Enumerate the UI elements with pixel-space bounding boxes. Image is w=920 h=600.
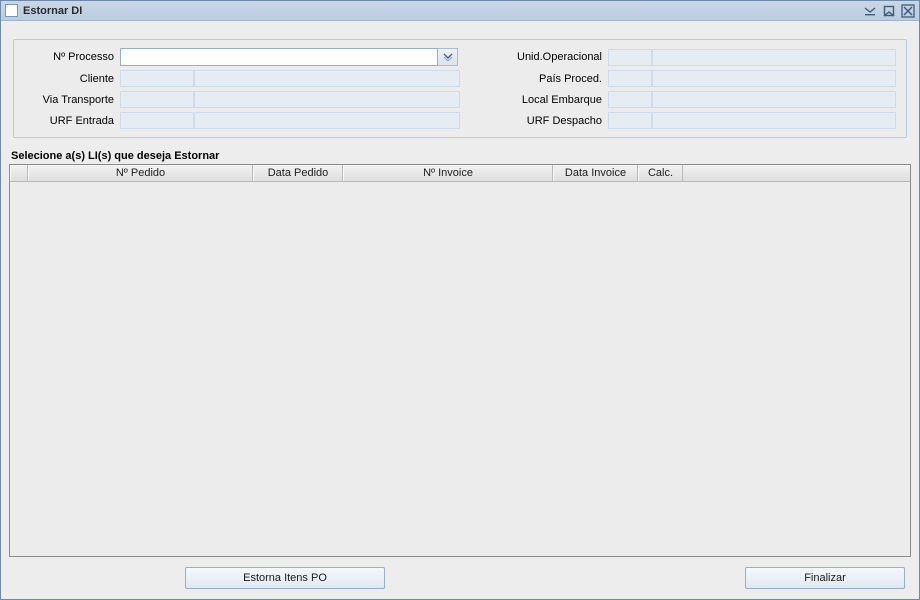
- window-title: Estornar DI: [23, 5, 82, 17]
- maximize-icon[interactable]: [880, 3, 898, 19]
- grid-col-n_invoice[interactable]: Nº Invoice: [343, 165, 553, 181]
- finalizar-button[interactable]: Finalizar: [745, 567, 905, 589]
- window-icon: [5, 4, 18, 17]
- cliente-code: [120, 70, 194, 87]
- estorna-itens-po-button[interactable]: Estorna Itens PO: [185, 567, 385, 589]
- local-embarque-code: [608, 91, 652, 108]
- label-via-transporte: Via Transporte: [24, 94, 120, 106]
- grid-col-calc[interactable]: Calc.: [638, 165, 683, 181]
- unid-operacional-code: [608, 49, 652, 66]
- grid-col-chk[interactable]: [10, 165, 28, 181]
- grid-col-data_invoice[interactable]: Data Invoice: [553, 165, 638, 181]
- urf-despacho-desc: [652, 112, 896, 129]
- cliente-desc: [194, 70, 460, 87]
- grid: Nº PedidoData PedidoNº InvoiceData Invoi…: [9, 164, 911, 557]
- grid-col-data_pedido[interactable]: Data Pedido: [253, 165, 343, 181]
- label-processo: Nº Processo: [24, 51, 120, 63]
- grid-col-n_pedido[interactable]: Nº Pedido: [28, 165, 253, 181]
- local-embarque-desc: [652, 91, 896, 108]
- urf-entrada-code: [120, 112, 194, 129]
- processo-input[interactable]: [120, 48, 438, 66]
- pais-proced-desc: [652, 70, 896, 87]
- label-urf-entrada: URF Entrada: [24, 115, 120, 127]
- urf-entrada-desc: [194, 112, 460, 129]
- unid-operacional-desc: [652, 49, 896, 66]
- pais-proced-code: [608, 70, 652, 87]
- titlebar: Estornar DI: [1, 1, 919, 21]
- processo-lov-button[interactable]: [438, 48, 458, 66]
- section-label: Selecione a(s) LI(s) que deseja Estornar: [1, 146, 919, 164]
- via-transporte-code: [120, 91, 194, 108]
- grid-header: Nº PedidoData PedidoNº InvoiceData Invoi…: [10, 165, 910, 182]
- via-transporte-desc: [194, 91, 460, 108]
- label-local-embarque: Local Embarque: [500, 94, 608, 106]
- chevron-down-icon: [443, 53, 453, 61]
- form-fieldset: Nº Processo Unid.Operacional Cliente Paí…: [13, 39, 907, 138]
- close-icon[interactable]: [899, 3, 917, 19]
- grid-body[interactable]: [10, 182, 910, 556]
- label-pais-proced: País Proced.: [500, 73, 608, 85]
- label-urf-despacho: URF Despacho: [500, 115, 608, 127]
- label-unid-operacional: Unid.Operacional: [500, 51, 608, 63]
- minimize-icon[interactable]: [861, 3, 879, 19]
- label-cliente: Cliente: [24, 73, 120, 85]
- urf-despacho-code: [608, 112, 652, 129]
